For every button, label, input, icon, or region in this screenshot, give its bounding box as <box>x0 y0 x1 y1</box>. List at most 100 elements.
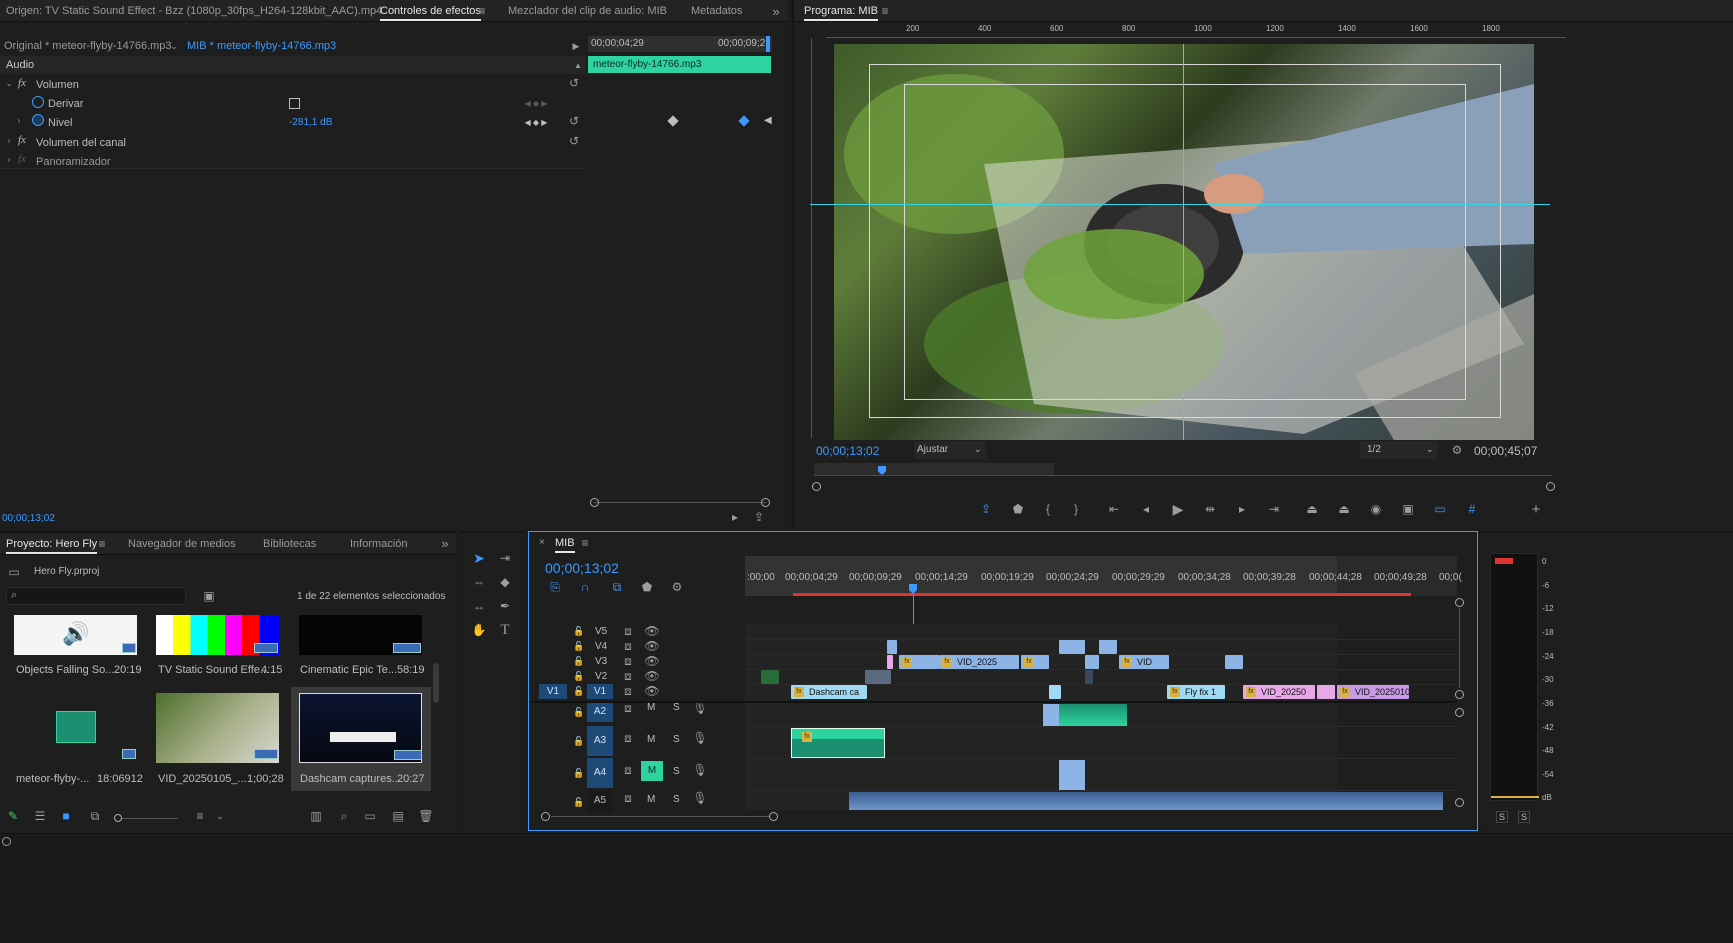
snap-icon[interactable]: ∩ <box>577 580 593 594</box>
overflow-icon[interactable]: » <box>438 536 452 551</box>
audio-clip-a4[interactable] <box>1059 760 1085 790</box>
selection-tool-icon[interactable]: ➤ <box>470 549 488 567</box>
tab-source[interactable]: Origen: TV Static Sound Effect - Bzz (10… <box>6 5 382 17</box>
resolution-dropdown[interactable]: 1/2 ⌄ <box>1360 441 1438 459</box>
grid-icon[interactable]: # <box>1464 501 1480 517</box>
effect-row-derivar[interactable]: Derivar ◀ ◆ ▶ <box>0 94 586 112</box>
step-forward-icon[interactable]: ▸ <box>1234 501 1250 517</box>
play-triangle-icon[interactable]: ▶ <box>570 40 582 52</box>
tab-metadata[interactable]: Metadatos <box>691 5 742 17</box>
mini-zoom-bar[interactable] <box>594 502 766 503</box>
thumb-vid[interactable] <box>156 693 279 763</box>
icon-view-icon[interactable]: ■ <box>58 809 74 823</box>
sync-lock-icon[interactable]: ⧈ <box>621 791 635 805</box>
eye-icon[interactable]: 👁 <box>644 624 659 638</box>
lock-icon[interactable]: 🔓 <box>573 685 585 697</box>
microphone-icon[interactable]: 🎙 <box>692 701 707 715</box>
timeline-ruler[interactable]: :00;00 00;00;04;29 00;00;09;29 00;00;14;… <box>745 556 1462 596</box>
lock-icon[interactable]: 🔓 <box>573 670 585 682</box>
mute-button[interactable]: M <box>647 794 655 805</box>
microphone-icon[interactable]: 🎙 <box>692 763 707 777</box>
new-bin-icon[interactable]: ▭ <box>362 809 378 823</box>
track-label[interactable]: A4 <box>587 758 613 788</box>
add-button-icon[interactable]: + <box>1528 501 1544 518</box>
mini-timeline-ruler[interactable]: 00;00;04;29 00;00;09;2 <box>588 36 772 52</box>
camera-icon[interactable]: ◉ <box>1368 501 1384 517</box>
slip-tool-icon[interactable]: ↔ <box>470 597 488 615</box>
expand-icon[interactable]: ⌄ <box>4 78 14 88</box>
freeform-view-icon[interactable]: ⧉ <box>86 809 104 823</box>
clip-v3[interactable] <box>1085 655 1099 669</box>
collapse-icon[interactable]: ▲ <box>572 59 584 71</box>
find-icon[interactable]: ⌕ <box>336 809 352 823</box>
lift-icon[interactable]: ⏏ <box>1304 501 1320 517</box>
zoom-slider-handle[interactable] <box>114 814 122 822</box>
lock-icon[interactable]: 🔓 <box>573 767 585 779</box>
play-icon[interactable]: ▶ <box>1170 501 1186 517</box>
linked-selection-icon[interactable]: ⧉ <box>609 580 625 594</box>
tab-media-browser[interactable]: Navegador de medios <box>128 538 236 550</box>
mute-button[interactable]: M <box>647 702 655 713</box>
export-frame-icon[interactable]: ⇪ <box>978 501 994 517</box>
clip-v4[interactable] <box>1099 640 1117 654</box>
nest-icon[interactable]: ⎘ <box>547 580 563 594</box>
zoom-handle-left[interactable] <box>590 498 599 507</box>
clip-v2[interactable] <box>865 670 891 684</box>
keyframe-nav-icon[interactable]: ◀ ◆ ▶ <box>516 97 556 109</box>
effect-timecode[interactable]: 00;00;13;02 <box>2 513 55 524</box>
clip-v2[interactable] <box>1085 670 1093 684</box>
source-patch-v1[interactable]: V1 <box>539 684 567 699</box>
bypass-checkbox[interactable] <box>289 98 300 109</box>
audio-clip-a2[interactable] <box>1043 704 1059 726</box>
audio-clip-a3[interactable]: fx <box>791 728 885 758</box>
sync-lock-icon[interactable]: ⧈ <box>621 624 635 638</box>
tab-effect-controls[interactable]: Controles de efectos <box>380 5 481 21</box>
mark-in-icon[interactable]: { <box>1040 501 1056 517</box>
lock-icon[interactable]: 🔓 <box>573 796 585 808</box>
thumb-objects-falling[interactable]: 🔊 <box>14 615 137 655</box>
audio-clip-a5[interactable] <box>849 792 1443 810</box>
new-item-icon[interactable]: ▤ <box>390 809 406 823</box>
vertical-scroll-handle[interactable] <box>1455 708 1464 717</box>
eye-icon[interactable]: 👁 <box>644 669 659 683</box>
keyframe-diamond-selected[interactable] <box>738 115 750 127</box>
go-to-out-icon[interactable]: ⇥ <box>1266 501 1282 517</box>
audio-clip-a2[interactable] <box>1059 704 1127 726</box>
clip-v1-vid[interactable]: fx VID_2025010 <box>1337 685 1409 699</box>
overflow-icon[interactable]: » <box>768 3 784 19</box>
track-label[interactable]: A3 <box>587 726 613 756</box>
fx-icon[interactable]: fx <box>18 134 26 146</box>
vertical-scroll-handle[interactable] <box>1455 798 1464 807</box>
track-label[interactable]: V1 <box>587 684 613 699</box>
thumb-tv-static[interactable] <box>156 615 279 655</box>
comparison-icon[interactable]: ▣ <box>1400 501 1416 517</box>
microphone-icon[interactable]: 🎙 <box>692 731 707 745</box>
track-select-tool-icon[interactable]: ⇥ <box>496 549 514 567</box>
automate-icon[interactable]: ▥ <box>308 809 324 823</box>
effect-row-volumen[interactable]: ⌄ fx Volumen ↺ <box>0 75 586 93</box>
zoom-handle-right[interactable] <box>761 498 770 507</box>
lock-icon[interactable]: 🔓 <box>573 640 585 652</box>
zoom-slider[interactable] <box>122 818 178 819</box>
solo-button[interactable]: S <box>673 702 680 713</box>
mark-out-icon[interactable]: } <box>1068 501 1084 517</box>
reset-icon[interactable]: ↺ <box>568 76 580 90</box>
vertical-guide[interactable] <box>1183 44 1184 440</box>
sync-lock-icon[interactable]: ⧈ <box>621 669 635 683</box>
sync-lock-icon[interactable]: ⧈ <box>621 654 635 668</box>
sync-lock-icon[interactable]: ⧈ <box>621 731 635 745</box>
sync-lock-icon[interactable]: ⧈ <box>621 763 635 777</box>
horizontal-scroll-handle[interactable] <box>541 812 550 821</box>
menu-icon[interactable]: ≡ <box>579 536 591 550</box>
chevron-down-icon[interactable]: ⌄ <box>214 809 226 823</box>
horizontal-scroll-handle[interactable] <box>769 812 778 821</box>
step-back-icon[interactable]: ◂ <box>1138 501 1154 517</box>
sync-lock-icon[interactable]: ⧈ <box>621 639 635 653</box>
clip-v3[interactable]: fx <box>1021 655 1049 669</box>
microphone-icon[interactable]: 🎙 <box>692 791 707 805</box>
clip-v3-vid[interactable]: fx VID_2025 <box>939 655 1019 669</box>
fit-dropdown[interactable]: Ajustar ⌄ <box>914 441 986 459</box>
razor-tool-icon[interactable]: ◆ <box>496 573 514 591</box>
menu-icon[interactable]: ≡ <box>96 537 108 551</box>
program-current-time[interactable]: 00;00;13;02 <box>816 444 879 458</box>
